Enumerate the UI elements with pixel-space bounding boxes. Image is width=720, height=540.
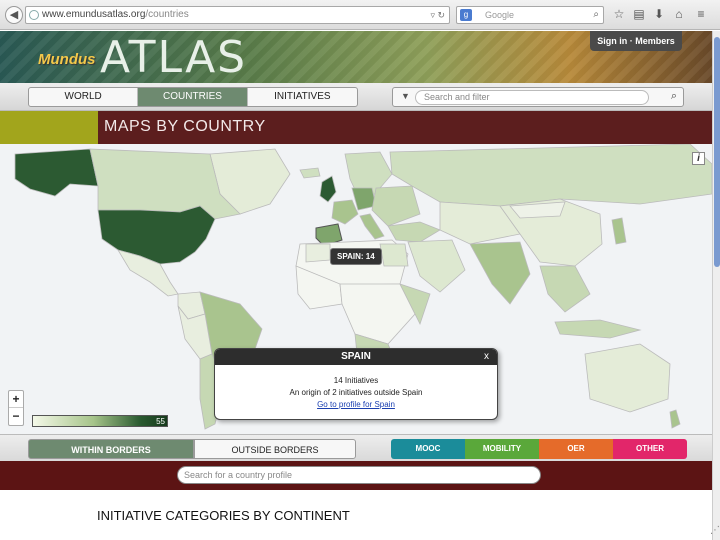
filter-box: ▼ Search and filter ⌕ — [392, 87, 684, 107]
menu-icon[interactable]: ≡ — [694, 7, 708, 21]
popup-origin-info: An origin of 2 initiatives outside Spain — [289, 388, 423, 397]
google-icon: g — [460, 9, 472, 21]
country-southeast-asia — [539, 265, 591, 313]
resize-grip-icon[interactable]: ⋰ — [710, 525, 720, 536]
globe-icon — [29, 10, 39, 20]
close-icon[interactable]: x — [484, 349, 489, 365]
outside-borders-tab[interactable]: OUTSIDE BORDERS — [194, 439, 356, 459]
section-caption: INITIATIVE CATEGORIES BY CONTINENT — [97, 508, 350, 523]
country-australia — [584, 343, 671, 413]
country-france — [331, 199, 359, 225]
logo-atlas[interactable]: ATLAS — [100, 35, 247, 81]
country-indonesia — [554, 319, 642, 339]
browser-search-placeholder: Google — [485, 10, 515, 20]
home-icon[interactable]: ⌂ — [672, 7, 686, 21]
world-map[interactable]: i SPAIN: 14 + − 55 SPAIN x 14 Initiative… — [0, 144, 712, 434]
country-turkey — [387, 221, 441, 243]
tab-world[interactable]: WORLD — [29, 88, 139, 106]
legend-max-value: 55 — [156, 417, 165, 426]
country-egypt — [379, 243, 409, 267]
nav-tabs: WORLD COUNTRIES INITIATIVES — [28, 87, 358, 107]
page-title: MAPS BY COUNTRY — [104, 118, 266, 135]
url-domain: www.emundusatlas.org — [42, 9, 146, 20]
country-new-zealand — [669, 409, 681, 429]
country-russia — [389, 144, 712, 207]
country-iceland — [299, 167, 321, 179]
header-accent — [0, 111, 98, 144]
back-icon[interactable]: ◀ — [5, 6, 23, 24]
country-popup: SPAIN x 14 Initiatives An origin of 2 in… — [214, 348, 498, 420]
category-oer-button[interactable]: OER — [539, 439, 613, 459]
logo-mundus[interactable]: Mundus — [38, 51, 96, 68]
scroll-thumb[interactable] — [714, 37, 720, 267]
map-legend: 55 — [32, 415, 168, 427]
category-other-button[interactable]: OTHER — [613, 439, 687, 459]
filter-input[interactable]: Search and filter — [415, 90, 649, 105]
popup-initiative-count: 14 Initiatives — [333, 376, 379, 385]
popup-title: SPAIN — [341, 351, 371, 362]
download-icon[interactable]: ⬇ — [652, 7, 666, 21]
main-nav: WORLD COUNTRIES INITIATIVES ▼ Search and… — [0, 83, 712, 111]
zoom-control: + − — [8, 390, 24, 426]
country-uk — [319, 175, 337, 203]
country-search-input[interactable]: Search for a country profile — [177, 466, 541, 484]
country-search-bar: Search for a country profile — [0, 461, 712, 490]
popup-header: SPAIN x — [215, 349, 497, 365]
search-icon[interactable]: ⌕ — [671, 90, 677, 103]
filter-row: WITHIN BORDERS OUTSIDE BORDERS MOOC MOBI… — [0, 434, 712, 461]
country-eastern-europe — [371, 185, 421, 227]
clipboard-icon[interactable]: ▤ — [632, 7, 646, 21]
country-india — [469, 241, 531, 305]
reload-icon[interactable]: ▿ ↻ — [430, 7, 445, 23]
search-icon[interactable]: ⌕ — [593, 7, 599, 23]
country-usa — [97, 205, 216, 265]
country-middle-east — [407, 239, 466, 293]
country-hover-label: SPAIN: 14 — [330, 248, 382, 265]
tab-initiatives[interactable]: INITIATIVES — [248, 88, 357, 106]
url-path: /countries — [145, 9, 189, 20]
info-icon[interactable]: i — [692, 152, 705, 165]
zoom-in-button[interactable]: + — [9, 391, 23, 408]
scrollbar[interactable] — [712, 31, 720, 540]
dropdown-arrow-icon[interactable]: ▼ — [401, 91, 410, 101]
tab-countries[interactable]: COUNTRIES — [138, 88, 248, 106]
country-profile-link[interactable]: Go to profile for Spain — [215, 399, 497, 411]
signin-button[interactable]: Sign in · Members — [590, 31, 682, 51]
category-mooc-button[interactable]: MOOC — [391, 439, 465, 459]
star-icon[interactable]: ☆ — [612, 7, 626, 21]
country-japan — [611, 217, 627, 245]
zoom-out-button[interactable]: − — [9, 408, 23, 425]
country-central-africa — [339, 283, 416, 345]
country-morocco — [305, 243, 331, 263]
browser-toolbar: ◀ www.emundusatlas.org/countries ▿ ↻ g G… — [0, 0, 720, 30]
section-header: MAPS BY COUNTRY — [0, 111, 712, 144]
browser-search-box[interactable]: g Google ⌕ — [456, 6, 604, 24]
country-alaska — [14, 148, 99, 197]
category-mobility-button[interactable]: MOBILITY — [465, 439, 539, 459]
within-borders-tab[interactable]: WITHIN BORDERS — [28, 439, 194, 459]
address-bar[interactable]: www.emundusatlas.org/countries ▿ ↻ — [25, 6, 450, 24]
